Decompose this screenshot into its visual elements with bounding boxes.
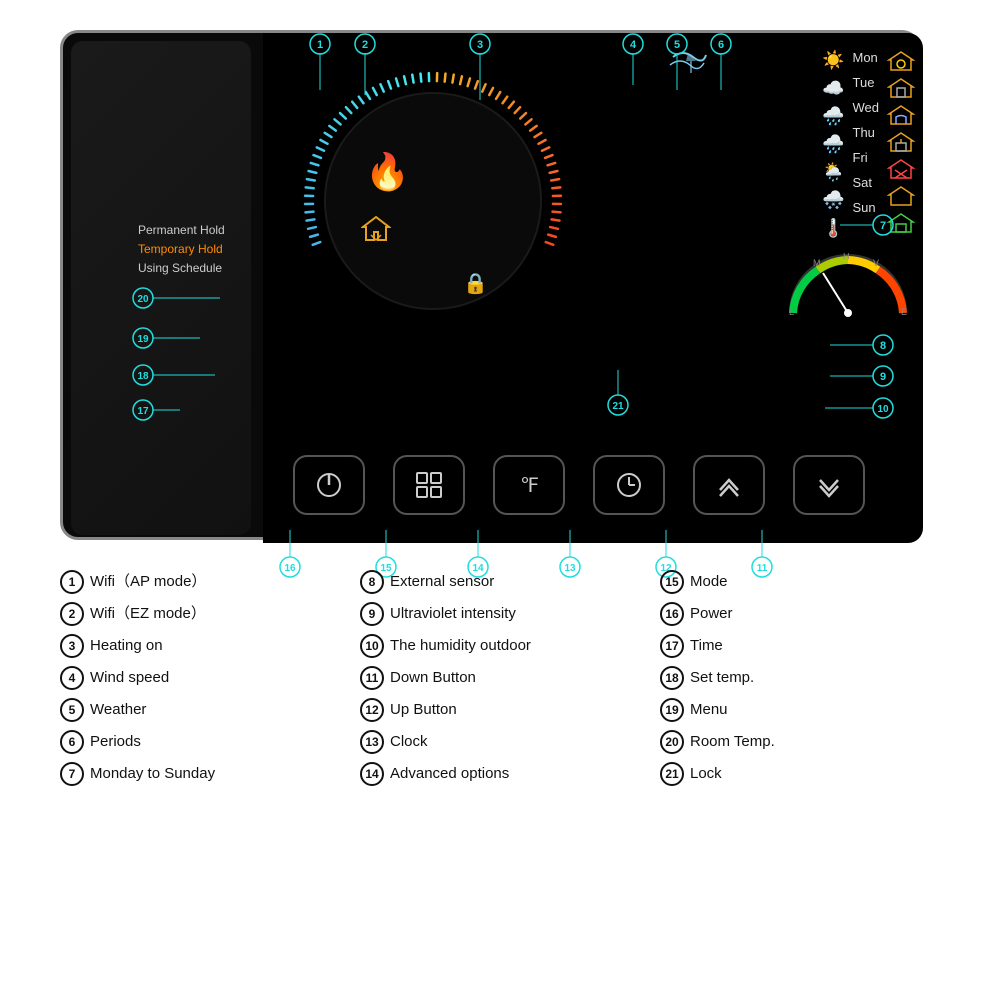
legend-item-2: 2 Wifi（EZ mode） xyxy=(60,602,340,626)
legend-item-6: 6 Periods xyxy=(60,730,340,754)
svg-text:℉: ℉ xyxy=(520,475,539,497)
mode-button[interactable] xyxy=(393,455,465,515)
legend-number: 8 xyxy=(360,570,384,594)
legend-text: Periods xyxy=(90,731,141,754)
hot-icon: 🌡️ xyxy=(822,218,844,239)
svg-text:V: V xyxy=(873,258,879,268)
legend-text: Mode xyxy=(690,571,728,594)
sun-icon: ☀️ xyxy=(822,50,844,71)
legend-number: 21 xyxy=(660,762,684,786)
legend-number: 14 xyxy=(360,762,384,786)
flame-icon: 🔥 xyxy=(365,151,410,193)
legend-section: 1 Wifi（AP mode） 8 External sensor 15 Mode 2 Wif… xyxy=(60,570,940,786)
day-labels: Mon Tue Wed Thu Fri Sat Sun xyxy=(853,50,880,215)
legend-text: Room Temp. xyxy=(690,731,775,754)
legend-text: Time xyxy=(690,635,723,658)
ice-icon: 🌨️ xyxy=(822,190,844,211)
wind-speed-icon xyxy=(668,45,708,85)
temperature-gauge: 🔥 🔒 Permanent Hold xyxy=(293,53,573,333)
cloud-icon: ☁️ xyxy=(822,78,844,99)
legend-number: 6 xyxy=(60,730,84,754)
legend-text: Down Button xyxy=(390,667,476,690)
legend-number: 19 xyxy=(660,698,684,722)
legend-item-13: 13 Clock xyxy=(360,730,640,754)
glass-panel xyxy=(71,41,251,535)
legend-text: Wifi（AP mode） xyxy=(90,571,206,594)
legend-text: Lock xyxy=(690,763,722,786)
legend-text: Up Button xyxy=(390,699,457,722)
legend-number: 10 xyxy=(360,634,384,658)
legend-item-14: 14 Advanced options xyxy=(360,762,640,786)
legend-text: Power xyxy=(690,603,733,626)
legend-item-16: 16 Power xyxy=(660,602,940,626)
down-button[interactable] xyxy=(793,455,865,515)
legend-number: 18 xyxy=(660,666,684,690)
legend-number: 3 xyxy=(60,634,84,658)
legend-number: 2 xyxy=(60,602,84,626)
legend-text: Heating on xyxy=(90,635,163,658)
legend-text: Monday to Sunday xyxy=(90,763,215,786)
weather-panel: ☀️ ☁️ 🌧️ 🌧️ 🌦️ 🌨️ 🌡️ Mon Tue Wed Thu Fri… xyxy=(822,48,915,239)
legend-item-21: 21 Lock xyxy=(660,762,940,786)
svg-text:E: E xyxy=(901,307,907,317)
hold-options: Permanent Hold Temporary Hold Using Sche… xyxy=(138,221,225,279)
thermostat-device: 🔥 🔒 Permanent Hold xyxy=(60,30,920,540)
rain-icon: 🌧️ xyxy=(822,106,844,127)
legend-item-20: 20 Room Temp. xyxy=(660,730,940,754)
legend-text: Weather xyxy=(90,699,146,722)
legend-text: Ultraviolet intensity xyxy=(390,603,516,626)
temperature-unit-button[interactable]: ℉ xyxy=(493,455,565,515)
legend-item-7: 7 Monday to Sunday xyxy=(60,762,340,786)
svg-text:H: H xyxy=(843,253,850,261)
legend-item-8: 8 External sensor xyxy=(360,570,640,594)
svg-text:M: M xyxy=(813,258,821,268)
legend-item-1: 1 Wifi（AP mode） xyxy=(60,570,340,594)
legend-number: 16 xyxy=(660,602,684,626)
home-down-icon xyxy=(361,213,391,250)
legend-text: Clock xyxy=(390,731,428,754)
legend-text: Set temp. xyxy=(690,667,754,690)
legend-item-11: 11 Down Button xyxy=(360,666,640,690)
legend-number: 13 xyxy=(360,730,384,754)
legend-number: 20 xyxy=(660,730,684,754)
main-screen: 🔥 🔒 Permanent Hold xyxy=(263,33,923,543)
uv-index-gauge: L M H V E xyxy=(783,253,913,328)
legend-text: Menu xyxy=(690,699,728,722)
legend-item-10: 10 The humidity outdoor xyxy=(360,634,640,658)
legend-number: 12 xyxy=(360,698,384,722)
legend-number: 1 xyxy=(60,570,84,594)
legend-text: Advanced options xyxy=(390,763,509,786)
legend-item-17: 17 Time xyxy=(660,634,940,658)
control-buttons: ℉ xyxy=(293,455,865,515)
legend-number: 17 xyxy=(660,634,684,658)
legend-number: 15 xyxy=(660,570,684,594)
heavy-rain-icon: 🌧️ xyxy=(822,134,844,155)
period-icons xyxy=(887,50,915,234)
legend-item-15: 15 Mode xyxy=(660,570,940,594)
legend-item-4: 4 Wind speed xyxy=(60,666,340,690)
legend-number: 9 xyxy=(360,602,384,626)
legend-item-12: 12 Up Button xyxy=(360,698,640,722)
legend-item-5: 5 Weather xyxy=(60,698,340,722)
legend-text: Wifi（EZ mode） xyxy=(90,603,206,626)
legend-number: 4 xyxy=(60,666,84,690)
legend-number: 7 xyxy=(60,762,84,786)
legend-number: 5 xyxy=(60,698,84,722)
power-button[interactable] xyxy=(293,455,365,515)
legend-item-18: 18 Set temp. xyxy=(660,666,940,690)
legend-text: Wind speed xyxy=(90,667,169,690)
legend-item-19: 19 Menu xyxy=(660,698,940,722)
legend-number: 11 xyxy=(360,666,384,690)
rain2-icon: 🌦️ xyxy=(822,162,844,183)
legend-item-9: 9 Ultraviolet intensity xyxy=(360,602,640,626)
legend-text: The humidity outdoor xyxy=(390,635,531,658)
up-button[interactable] xyxy=(693,455,765,515)
svg-text:L: L xyxy=(789,307,794,317)
current-temperature xyxy=(393,123,397,211)
clock-button[interactable] xyxy=(593,455,665,515)
lock-icon: 🔒 xyxy=(463,271,488,296)
weather-conditions: ☀️ ☁️ 🌧️ 🌧️ 🌦️ 🌨️ 🌡️ xyxy=(822,50,844,239)
legend-text: External sensor xyxy=(390,571,494,594)
legend-item-3: 3 Heating on xyxy=(60,634,340,658)
